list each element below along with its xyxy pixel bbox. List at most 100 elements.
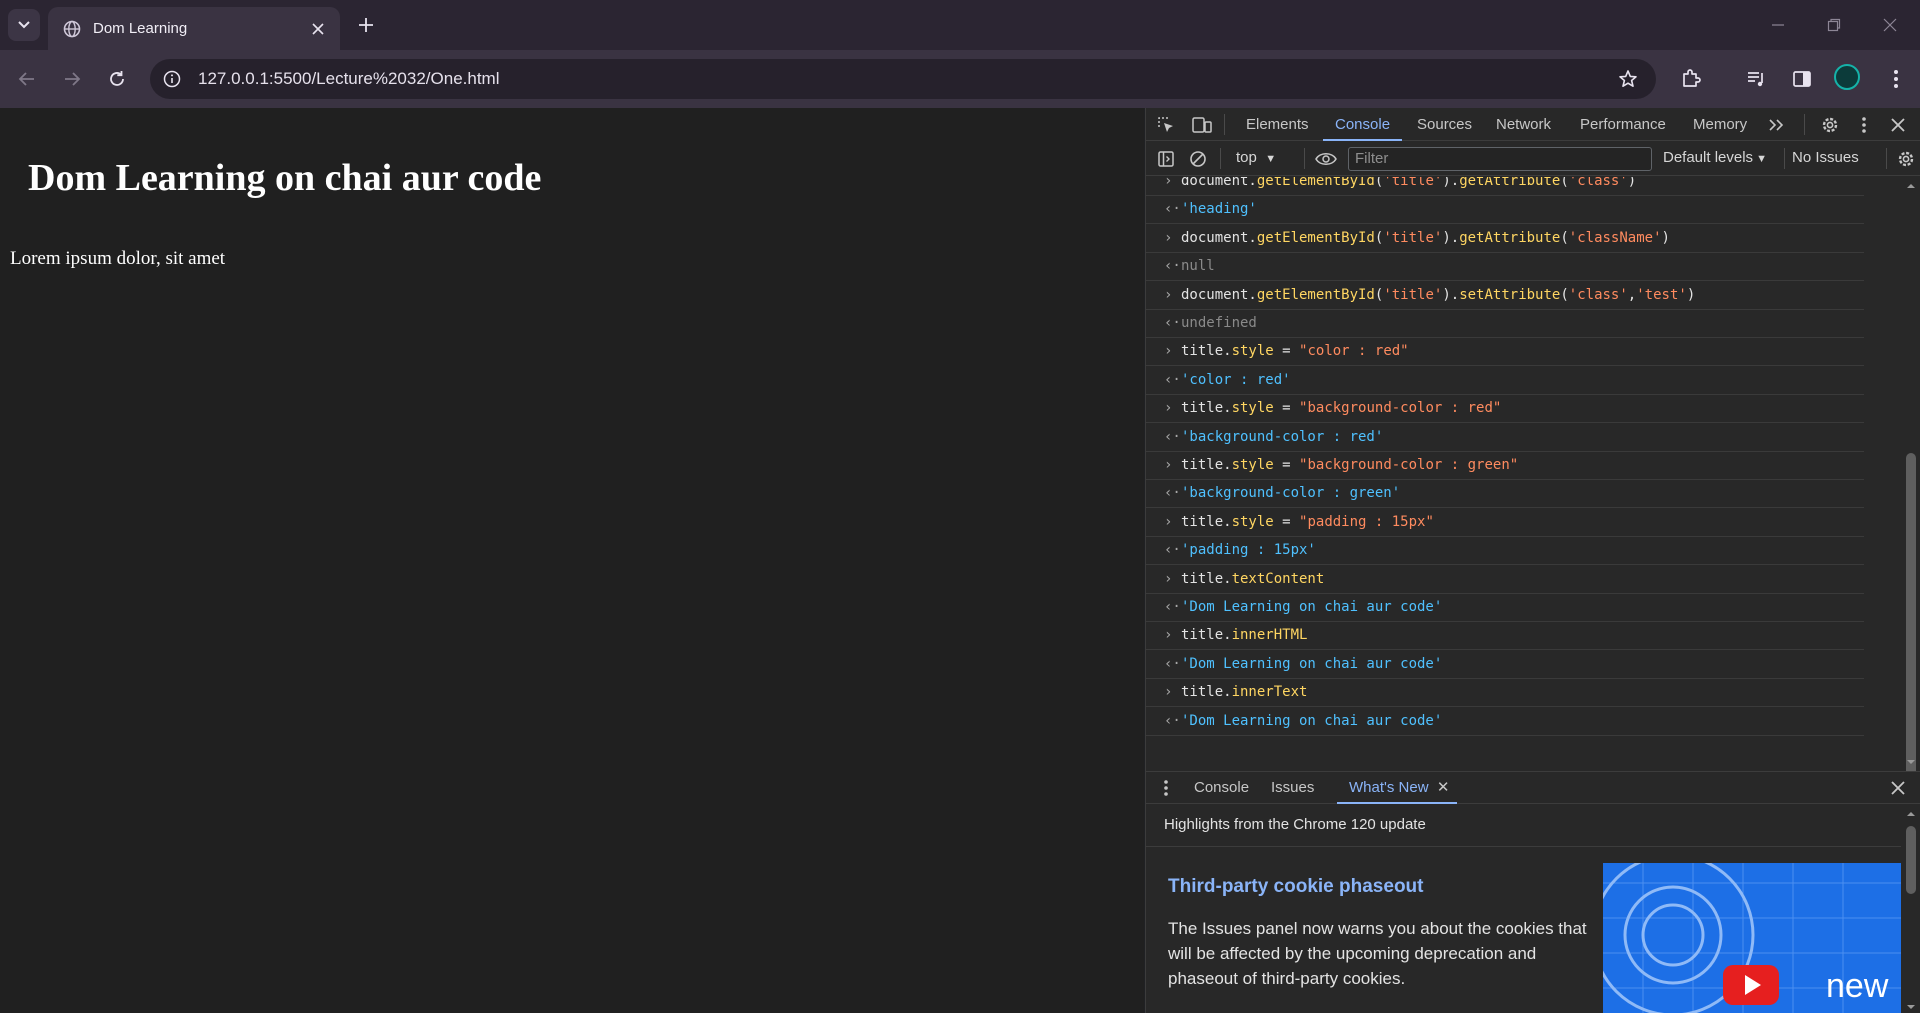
console-output-row[interactable]: ‹·'heading' [1146,196,1864,225]
profile-avatar[interactable] [1834,64,1860,90]
reload-icon [110,71,124,86]
settings-gear-icon[interactable] [1818,113,1842,137]
close-drawer-icon[interactable] [1886,776,1910,800]
console-input-row[interactable]: › title.style = "background-color : red" [1146,395,1864,424]
token-result: 'background-color : green' [1181,485,1401,502]
whats-new-scrollbar[interactable] [1901,804,1920,1013]
token-str: 'className' [1568,229,1662,246]
sidebar-toggle-icon[interactable] [1154,147,1178,171]
console-output-row[interactable]: ‹·'padding : 15px' [1146,537,1864,566]
forward-button[interactable] [55,62,89,96]
token-prop: innerText [1231,684,1308,701]
console-output-row[interactable]: ‹· 'Dom Learning on chai aur code' [1146,651,1864,679]
drawer-tab-console[interactable]: Console [1194,772,1249,804]
log-levels-dropdown[interactable]: Default levels ▼ [1663,149,1767,166]
console-output-row[interactable]: ‹· null [1146,253,1864,282]
console-input-row[interactable]: › document.getElementById ('title').setAtt… [1146,282,1864,310]
extensions-icon[interactable] [1675,63,1707,95]
clear-console-icon[interactable] [1186,147,1210,171]
console-input-row[interactable]: › title.innerHTML [1146,622,1864,651]
console-input-row[interactable]: › title.style = "padding : 15px" [1146,509,1864,537]
tab-sources[interactable]: Sources [1417,108,1472,141]
console-output-row[interactable]: ‹·'color : red' [1146,367,1864,395]
reload-button[interactable] [100,62,134,96]
token-plain: ). [1442,229,1460,246]
site-info-icon[interactable] [156,63,188,95]
issues-counter[interactable]: No Issues [1792,149,1859,166]
drawer-tab-whats-new[interactable]: What's New ✕ [1336,772,1459,804]
return-arrow-icon: ‹· [1164,258,1181,275]
log-levels-label: Default levels [1663,149,1754,166]
chevron-right-icon[interactable]: › [1164,400,1176,416]
close-devtools-icon[interactable] [1886,113,1910,137]
scrollbar-thumb[interactable] [1906,453,1916,803]
customize-menu-icon[interactable] [1852,113,1876,137]
chevron-right-icon[interactable]: › [1164,287,1176,303]
close-icon[interactable]: ✕ [1437,779,1450,796]
console-output-row[interactable]: ‹·'background-color : green' [1146,480,1864,509]
feature-video-thumbnail[interactable]: new [1603,863,1901,1013]
plus-icon [359,18,373,32]
inspect-element-icon[interactable] [1154,113,1178,137]
scroll-down-icon [1907,1005,1915,1009]
return-arrow-icon: ‹· [1164,428,1181,445]
console-settings-gear-icon[interactable] [1894,147,1918,171]
token-str: "background-color : green" [1299,457,1519,473]
tab-network[interactable]: Network [1496,108,1551,141]
caret-down-icon: ▼ [1753,153,1767,165]
console-input-row[interactable]: › document.getElementById ('title').getAtt… [1146,225,1864,253]
minimize-button[interactable] [1750,0,1806,50]
feature-title[interactable]: Third-party cookie phaseout [1168,876,1423,898]
console-input-row[interactable]: › title.style = "color : red" [1146,338,1864,367]
tab-memory[interactable]: Memory [1693,108,1747,141]
chevron-right-icon[interactable]: › [1164,177,1176,189]
console-message-text: 'background-color : red' [1181,429,1383,445]
tab-performance[interactable]: Performance [1580,108,1666,141]
address-bar[interactable]: 127.0.0.1:5500/Lecture%2032/One.html [150,59,1656,99]
chevron-right-icon[interactable]: › [1164,571,1176,587]
scrollbar-thumb[interactable] [1906,826,1916,894]
console-input-row[interactable]: › title.textContent [1146,566,1864,594]
eye-icon[interactable] [1314,147,1338,171]
console-scrollbar[interactable] [1901,177,1920,803]
console-output-row[interactable]: ‹· undefined [1146,310,1864,338]
media-controls-icon[interactable] [1740,63,1772,95]
browser-tab[interactable]: Dom Learning [48,7,340,50]
drawer-tab-issues[interactable]: Issues [1271,772,1314,804]
token-plain: ) [1661,229,1670,246]
chevron-right-icon[interactable]: › [1164,457,1176,473]
chevron-right-icon[interactable]: › [1164,627,1176,643]
tab-elements[interactable]: Elements [1246,108,1309,141]
chevron-right-icon[interactable]: › [1164,684,1176,700]
chevron-right-icon[interactable]: › [1164,230,1176,246]
token-str: 'test' [1636,286,1687,303]
back-button[interactable] [10,62,44,96]
chevron-right-icon[interactable]: › [1164,514,1176,530]
restore-button[interactable] [1806,0,1862,50]
bookmark-star-icon[interactable] [1612,63,1644,95]
console-output-row[interactable]: ‹· 'Dom Learning on chai aur code' [1146,594,1864,622]
console-output-row[interactable]: ‹· 'Dom Learning on chai aur code' [1146,708,1864,736]
tab-console[interactable]: Console [1322,108,1403,141]
context-selector[interactable]: top ▼ [1236,149,1276,166]
console-input-row[interactable]: › document.getElementById ('title').getAtt… [1146,177,1864,196]
window-close-button[interactable] [1862,0,1918,50]
scroll-up-icon [1907,184,1915,188]
token-result: 'background-color : red' [1181,428,1384,445]
tab-search-button[interactable] [8,9,40,41]
more-tabs-icon[interactable] [1764,113,1788,137]
new-tab-button[interactable] [352,11,380,39]
chevron-right-icon[interactable]: › [1164,343,1176,359]
console-input-row[interactable]: › title.style = "background-color : green… [1146,452,1864,480]
device-toolbar-icon[interactable] [1190,113,1214,137]
console-output-row[interactable]: ‹·'background-color : red' [1146,424,1864,452]
drawer-menu-icon[interactable] [1154,776,1178,800]
filter-input[interactable]: Filter [1348,147,1652,171]
kebab-menu-icon[interactable] [1880,63,1912,95]
console-input-row[interactable]: › title.innerText [1146,679,1864,708]
side-panel-icon[interactable] [1786,63,1818,95]
url-text[interactable]: 127.0.0.1:5500/Lecture%2032/One.html [198,69,1612,89]
token-result: 'Dom Learning on chai aur code' [1181,712,1443,729]
close-icon[interactable] [308,19,328,39]
console-message-text: document.getElementById ('title').getAttr… [1181,177,1636,189]
